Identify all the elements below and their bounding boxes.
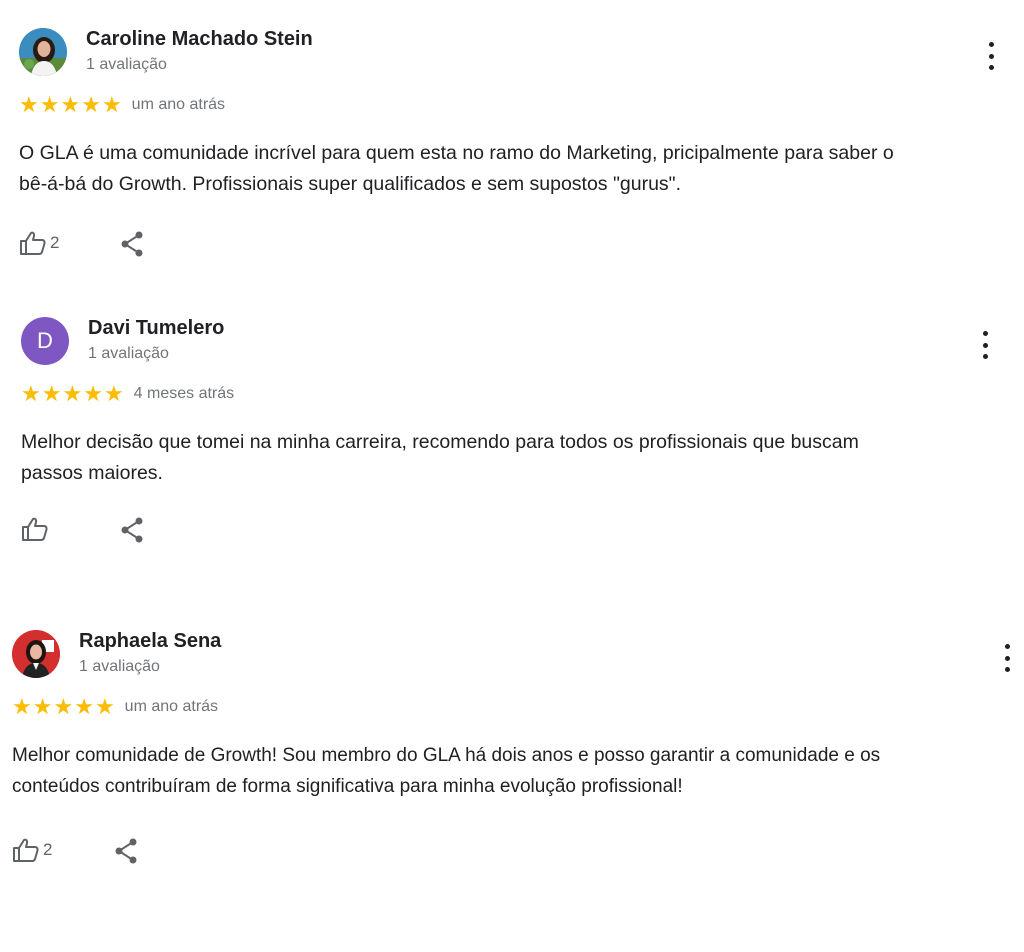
star-rating: ★ ★ ★ ★ ★	[12, 696, 115, 718]
review-actions	[21, 516, 52, 542]
star-icon: ★	[101, 92, 122, 117]
like-count: 2	[50, 233, 60, 252]
more-vert-icon[interactable]	[1002, 644, 1012, 672]
share-icon	[115, 838, 137, 864]
star-icon: ★	[21, 381, 41, 406]
review-text: O GLA é uma comunidade incrível para que…	[19, 138, 894, 200]
like-count: 2	[43, 840, 53, 859]
review-actions: 2	[12, 837, 52, 863]
avatar[interactable]	[12, 630, 60, 678]
star-icon: ★	[53, 694, 74, 719]
review-time: um ano atrás	[131, 96, 226, 113]
review-text-line: Melhor decisão que tomei na minha carrei…	[21, 431, 859, 453]
like-button[interactable]	[21, 516, 52, 542]
star-icon: ★	[60, 92, 81, 117]
star-icon: ★	[81, 92, 101, 117]
star-rating: ★ ★ ★ ★ ★	[21, 383, 124, 405]
star-icon: ★	[94, 694, 115, 719]
reviewer-name[interactable]: Raphaela Sena	[79, 630, 221, 653]
share-button[interactable]	[119, 516, 145, 549]
like-button[interactable]: 2	[12, 837, 52, 863]
star-icon: ★	[74, 694, 94, 719]
review-time: 4 meses atrás	[133, 385, 235, 402]
review-text-line: bê-á-bá do Growth. Profissionais super q…	[19, 173, 682, 195]
review-text: Melhor comunidade de Growth! Sou membro …	[12, 740, 880, 802]
share-icon	[121, 517, 143, 543]
avatar[interactable]: D	[21, 317, 69, 365]
review-text: Melhor decisão que tomei na minha carrei…	[21, 427, 859, 489]
more-vert-icon[interactable]	[986, 42, 996, 70]
review-text-line: conteúdos contribuíram de forma signific…	[12, 776, 683, 797]
star-icon: ★	[41, 381, 62, 406]
thumbs-up-icon	[20, 231, 46, 255]
rating: ★ ★ ★ ★ ★ um ano atrás	[12, 696, 218, 718]
thumbs-up-icon	[13, 838, 39, 862]
review-time: um ano atrás	[124, 698, 219, 715]
star-icon: ★	[83, 381, 103, 406]
reviews-page: { "reviews": [ { "author": "Caroline Mac…	[0, 0, 1024, 952]
reviewer-name[interactable]: Davi Tumelero	[88, 317, 224, 340]
review-actions: 2	[19, 230, 59, 256]
reviewer-review-count: 1 avaliação	[79, 658, 160, 675]
more-vert-icon[interactable]	[980, 331, 990, 359]
rating: ★ ★ ★ ★ ★ 4 meses atrás	[21, 383, 234, 405]
star-icon: ★	[103, 381, 124, 406]
share-icon	[121, 231, 143, 257]
review-text-line: O GLA é uma comunidade incrível para que…	[19, 142, 894, 164]
star-icon: ★	[32, 694, 53, 719]
star-icon: ★	[12, 694, 32, 719]
share-button[interactable]	[119, 230, 145, 263]
review-text-line: passos maiores.	[21, 462, 163, 484]
like-button[interactable]: 2	[19, 230, 59, 256]
reviewer-review-count: 1 avaliação	[86, 56, 167, 73]
thumbs-up-icon	[22, 517, 48, 541]
star-rating: ★ ★ ★ ★ ★	[19, 94, 122, 116]
star-icon: ★	[62, 381, 83, 406]
star-icon: ★	[39, 92, 60, 117]
star-icon: ★	[19, 92, 39, 117]
avatar[interactable]	[19, 28, 67, 76]
share-button[interactable]	[113, 837, 139, 870]
reviewer-name[interactable]: Caroline Machado Stein	[86, 28, 313, 51]
rating: ★ ★ ★ ★ ★ um ano atrás	[19, 94, 225, 116]
reviewer-review-count: 1 avaliação	[88, 345, 169, 362]
review-text-line: Melhor comunidade de Growth! Sou membro …	[12, 745, 881, 766]
